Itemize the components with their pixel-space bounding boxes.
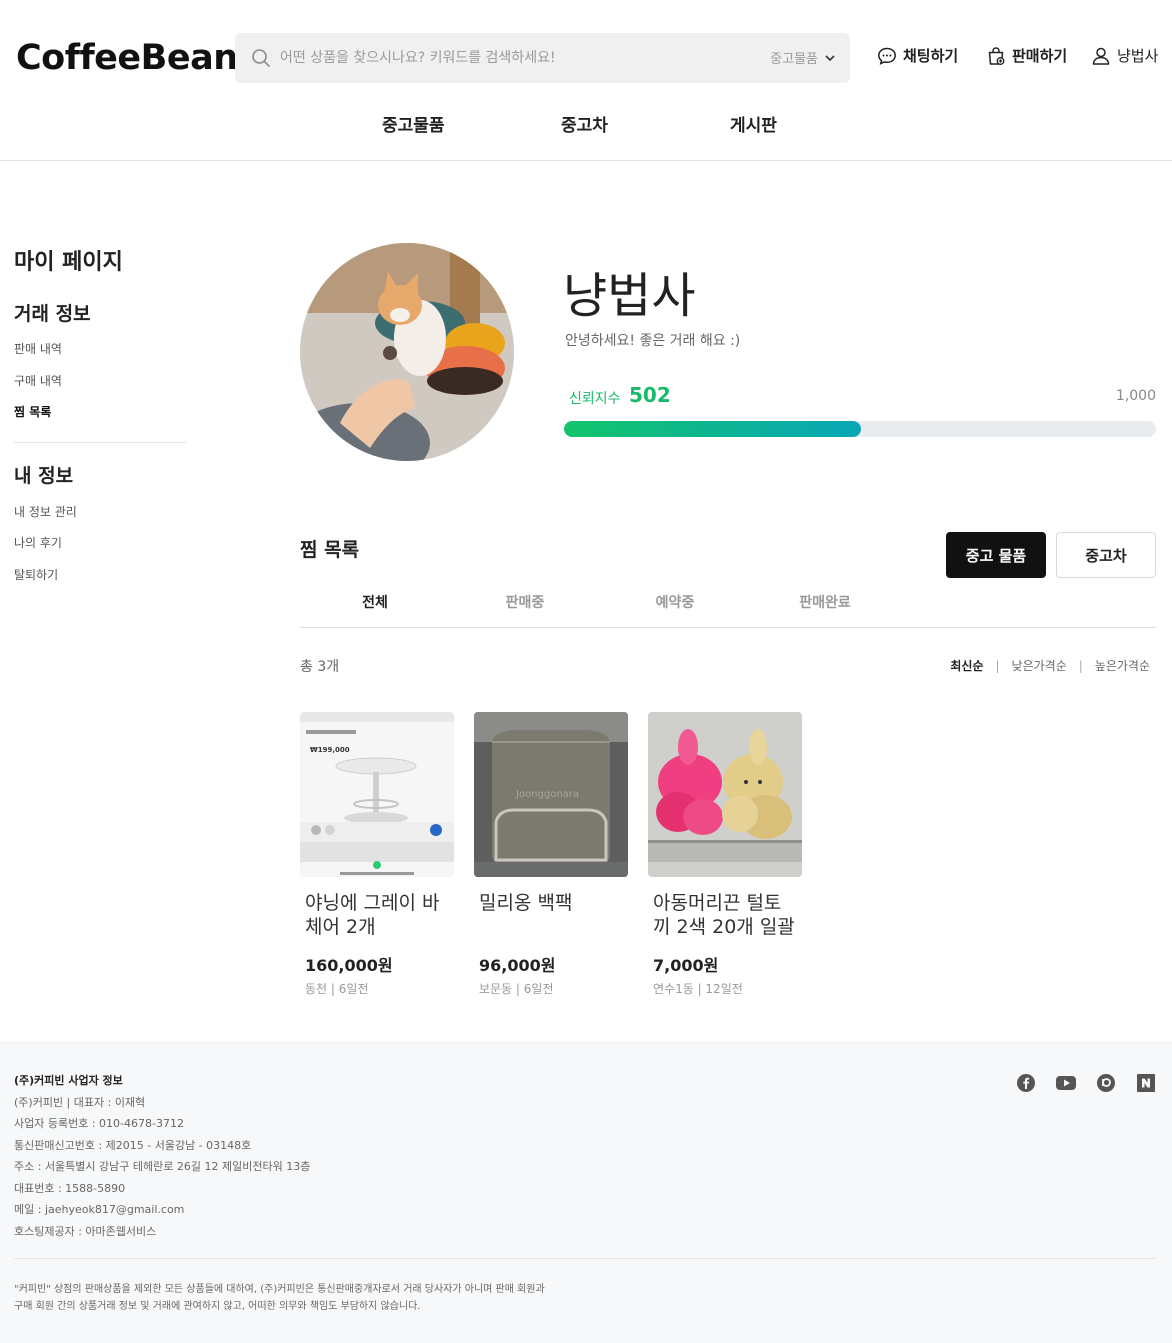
trust-progress-bar xyxy=(564,421,1156,437)
used-goods-button[interactable]: 중고 물품 xyxy=(946,532,1046,578)
blog-icon[interactable] xyxy=(1097,1074,1115,1092)
footer-info-line: 통신판매신고번호 : 제2015 - 서울강남 - 03148호 xyxy=(14,1139,252,1152)
footer-info-line: 주소 : 서울특별시 강남구 테헤란로 26길 12 제일비전타워 13층 xyxy=(14,1160,311,1173)
tab-on-sale[interactable]: 판매중 xyxy=(506,592,545,612)
search-category-label: 중고물품 xyxy=(770,52,818,67)
footer-info-line: 메일 : jaehyeok817@gmail.com xyxy=(14,1203,185,1216)
sell-label: 판매하기 xyxy=(1012,47,1068,65)
search-category-select[interactable]: 중고물품 xyxy=(770,48,836,67)
search-bar[interactable]: 중고물품 xyxy=(235,33,850,83)
search-icon xyxy=(252,49,270,67)
product-image-price-text: ₩199,000 xyxy=(310,746,350,754)
header: CoffeeBean 중고물품 채팅하기 판매하기 xyxy=(0,0,1172,161)
status-tabs: 전체 판매중 예약중 판매완료 xyxy=(300,580,1156,628)
facebook-icon[interactable] xyxy=(1017,1074,1035,1092)
sidebar-item-sales[interactable]: 판매 내역 xyxy=(14,340,62,357)
trust-value: 502 xyxy=(629,383,671,407)
nav-used-goods[interactable]: 중고물품 xyxy=(382,111,445,136)
sidebar-item-reviews[interactable]: 나의 후기 xyxy=(14,534,62,551)
trust-max: 1,000 xyxy=(1115,388,1156,404)
product-meta: 연수1동 | 12일전 xyxy=(653,982,743,996)
sidebar-item-wishlist[interactable]: 찜 목록 xyxy=(14,403,51,420)
sort-separator: | xyxy=(1078,658,1083,673)
sidebar-item-withdraw[interactable]: 탈퇴하기 xyxy=(14,566,58,583)
footer-info-line: 대표번호 : 1588-5890 xyxy=(14,1182,126,1195)
logo[interactable]: CoffeeBean xyxy=(16,38,238,78)
product-title[interactable]: 아동머리끈 털토끼 2색 20개 일괄 xyxy=(648,891,798,939)
sort-options: 최신순 | 낮은가격순 | 높은가격순 xyxy=(950,657,1150,674)
chat-link[interactable]: 채팅하기 xyxy=(877,45,958,66)
used-cars-button[interactable]: 중고차 xyxy=(1056,532,1156,578)
nav-board[interactable]: 게시판 xyxy=(730,111,777,136)
product-card[interactable]: ₩199,000 야닝에 그레이 바 체어 2개 160,000원 동천 | 6… xyxy=(300,712,454,996)
footer-info-line: (주)커피빈 | 대표자 : 이재혁 xyxy=(14,1096,146,1109)
product-price: 160,000원 xyxy=(305,956,393,975)
sidebar-item-purchases[interactable]: 구매 내역 xyxy=(14,372,62,389)
product-thumbnail[interactable]: Joonggonara xyxy=(474,712,628,877)
product-card[interactable]: Joonggonara 밀리옹 백팩 96,000원 보문동 | 6일전 xyxy=(474,712,628,996)
sort-latest[interactable]: 최신순 xyxy=(950,657,983,674)
chat-label: 채팅하기 xyxy=(903,47,959,65)
sort-price-low[interactable]: 낮은가격순 xyxy=(1012,657,1067,674)
sort-separator: | xyxy=(995,658,1000,673)
product-title[interactable]: 밀리옹 백팩 xyxy=(474,891,624,915)
footer: (주)커피빈 사업자 정보 (주)커피빈 | 대표자 : 이재혁 사업자 등록번… xyxy=(0,1041,1172,1343)
product-thumbnail[interactable] xyxy=(648,712,802,877)
nav-used-cars[interactable]: 중고차 xyxy=(561,111,608,136)
tab-all[interactable]: 전체 xyxy=(362,592,388,612)
product-image-bar-chair: ₩199,000 xyxy=(300,712,454,877)
profile-intro: 안녕하세요! 좋은 거래 해요 :) xyxy=(565,333,741,349)
avatar-cat-photo xyxy=(300,243,514,461)
sidebar-title: 마이 페이지 xyxy=(14,250,123,275)
trust-label: 신뢰지수 xyxy=(569,391,621,407)
user-menu[interactable]: 냥법사 xyxy=(1091,45,1158,66)
product-image-watermark: Joonggonara xyxy=(515,789,579,800)
search-input[interactable] xyxy=(280,43,740,73)
profile-name: 냥법사 xyxy=(563,268,696,324)
product-meta: 보문동 | 6일전 xyxy=(479,982,554,996)
chevron-down-icon xyxy=(825,54,835,61)
footer-company-title: (주)커피빈 사업자 정보 xyxy=(14,1074,123,1087)
product-price: 96,000원 xyxy=(479,956,556,975)
youtube-icon[interactable] xyxy=(1056,1074,1076,1092)
naver-icon[interactable] xyxy=(1137,1074,1155,1092)
user-name: 냥법사 xyxy=(1117,47,1159,65)
product-meta: 동천 | 6일전 xyxy=(305,982,369,996)
footer-divider xyxy=(14,1258,1156,1259)
tab-reserved[interactable]: 예약중 xyxy=(656,592,695,612)
tab-sold[interactable]: 판매완료 xyxy=(799,592,851,612)
product-image-backpack: Joonggonara xyxy=(474,712,628,877)
sidebar-divider xyxy=(14,442,186,443)
total-count: 총 3개 xyxy=(300,659,340,675)
user-icon xyxy=(1092,47,1110,65)
shopping-bag-icon xyxy=(988,46,1005,65)
footer-disclaimer: "커피빈" 상점의 판매상품을 제외한 모든 상품들에 대하여, (주)커피빈은… xyxy=(14,1284,545,1295)
product-thumbnail[interactable]: ₩199,000 xyxy=(300,712,454,877)
product-card[interactable]: 아동머리끈 털토끼 2색 20개 일괄 7,000원 연수1동 | 12일전 xyxy=(648,712,802,996)
wishlist-title: 찜 목록 xyxy=(300,539,360,561)
chat-icon xyxy=(878,47,896,65)
product-title[interactable]: 야닝에 그레이 바 체어 2개 xyxy=(300,891,450,939)
footer-info-line: 호스팅제공자 : 아마존웹서비스 xyxy=(14,1225,157,1238)
footer-info-line: 사업자 등록번호 : 010-4678-3712 xyxy=(14,1117,184,1130)
footer-disclaimer: 구매 회원 간의 상품거래 정보 및 거래에 관여하지 않고, 어떠한 의무와 … xyxy=(14,1301,421,1312)
sidebar-item-manage-info[interactable]: 내 정보 관리 xyxy=(14,503,77,520)
sidebar-heading-trade: 거래 정보 xyxy=(14,303,91,325)
sell-link[interactable]: 판매하기 xyxy=(986,45,1067,66)
product-price: 7,000원 xyxy=(653,956,719,975)
sidebar-heading-info: 내 정보 xyxy=(14,465,74,487)
profile-avatar xyxy=(300,243,514,461)
product-image-rabbit-hair-ties xyxy=(648,712,802,877)
sort-price-high[interactable]: 높은가격순 xyxy=(1095,657,1150,674)
trust-progress-fill xyxy=(564,421,862,437)
